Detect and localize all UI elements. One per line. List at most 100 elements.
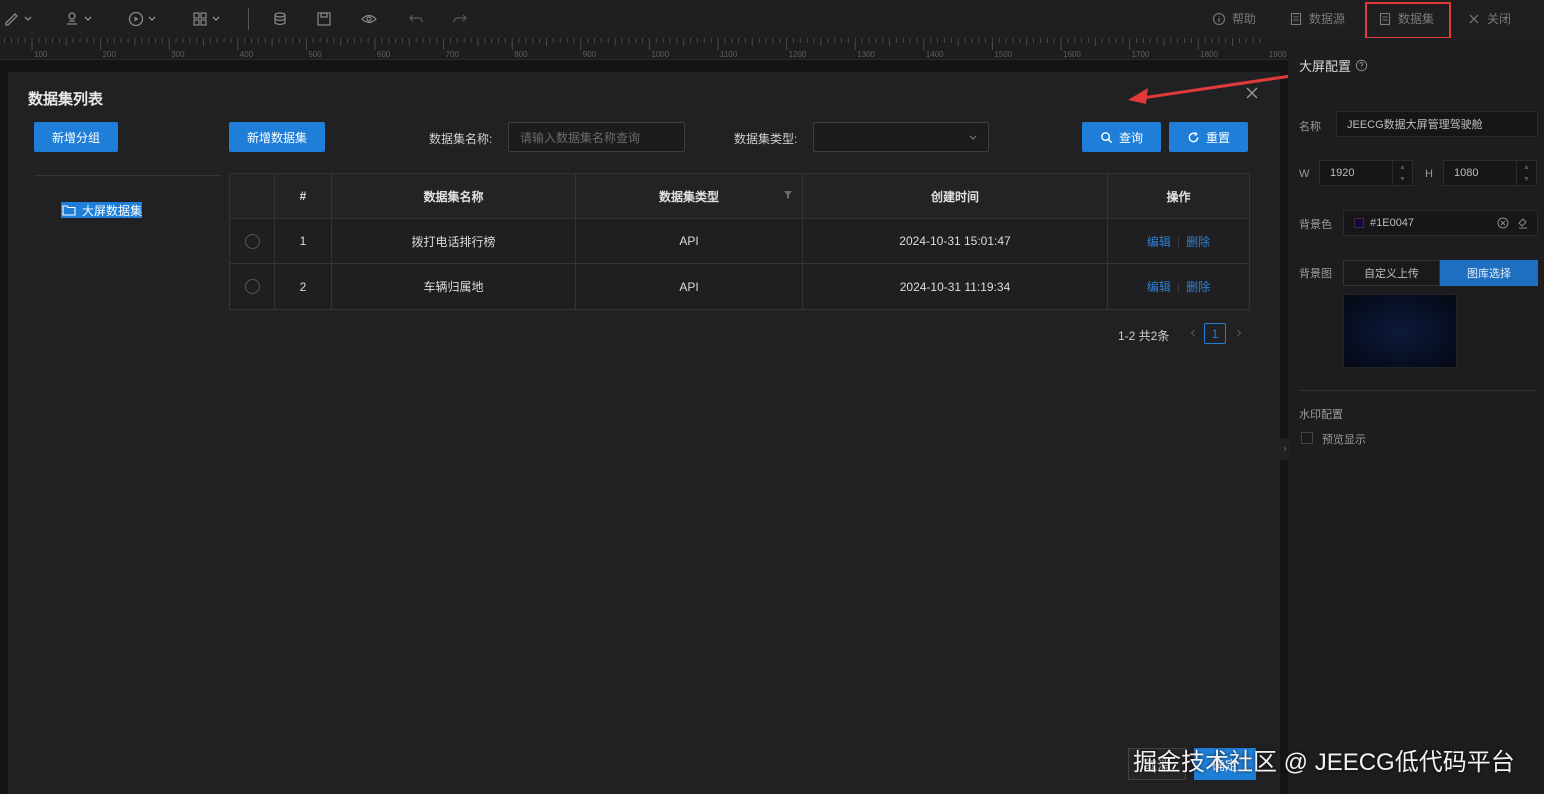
- header-type: 数据集类型: [576, 174, 803, 218]
- preview-button[interactable]: [361, 10, 377, 28]
- custom-upload-tab[interactable]: 自定义上传: [1343, 260, 1440, 286]
- datasource-button[interactable]: 数据源: [1289, 10, 1345, 27]
- query-button[interactable]: 查询: [1082, 122, 1161, 152]
- toolbar-divider: [248, 8, 249, 30]
- close-editor-button[interactable]: 关闭: [1467, 10, 1511, 27]
- height-stepper[interactable]: ▲ ▼: [1516, 161, 1536, 185]
- edit-tool[interactable]: [4, 10, 33, 28]
- save-button[interactable]: [316, 10, 332, 28]
- header-name: 数据集名称: [332, 174, 576, 218]
- query-label: 查询: [1118, 130, 1143, 145]
- radio-button[interactable]: [244, 233, 260, 249]
- ruler-ticks: 100 200 300 400 500 600 700 800 900 1000 1100 1200 1…: [4, 38, 1287, 59]
- ruler-label: 800: [514, 50, 528, 59]
- name-filter-label: 数据集名称:: [429, 132, 493, 146]
- header-actions: 操作: [1166, 189, 1191, 204]
- ruler-label: 1400: [926, 50, 944, 59]
- cell-created: 2024-10-31 15:01:47: [803, 219, 1108, 263]
- play-icon: [128, 11, 144, 27]
- tree-item-dataset-group[interactable]: 大屏数据集: [61, 202, 143, 218]
- ruler-label: 1900: [1269, 50, 1287, 59]
- folder-icon: [62, 205, 76, 216]
- ruler-label: 1000: [651, 50, 669, 59]
- bg-color-value: #1E0047: [1370, 217, 1415, 229]
- cell-index: 2: [275, 264, 332, 309]
- bg-image-thumbnail[interactable]: [1343, 294, 1457, 368]
- preview-checkbox[interactable]: [1301, 432, 1313, 444]
- reset-button[interactable]: 重置: [1169, 122, 1248, 152]
- undo-icon: [409, 14, 423, 23]
- search-icon: [1101, 131, 1113, 143]
- help-label: 帮助: [1232, 12, 1257, 26]
- row-select[interactable]: [230, 264, 275, 309]
- gallery-select-tab[interactable]: 图库选择: [1440, 260, 1538, 286]
- header-select: [230, 174, 275, 218]
- width-input[interactable]: 1920 ▲ ▼: [1319, 160, 1413, 186]
- close-label: 关闭: [1487, 12, 1512, 26]
- horizontal-ruler: 100 200 300 400 500 600 700 800 900 1000 1100 1200 1…: [0, 38, 1288, 60]
- ruler-label: 1600: [1063, 50, 1081, 59]
- pagination-summary: 1-2 共2条: [1118, 329, 1170, 343]
- dataset-name-search-input[interactable]: 请输入数据集名称查询: [508, 122, 685, 152]
- panel-collapse-handle[interactable]: ›: [1280, 438, 1290, 460]
- ruler-label: 600: [377, 50, 391, 59]
- ruler-label: 500: [308, 50, 322, 59]
- redo-button[interactable]: [452, 10, 468, 28]
- redo-icon: [453, 14, 467, 23]
- add-dataset-button[interactable]: 新增数据集: [229, 122, 325, 152]
- chevron-down-icon: [969, 135, 977, 140]
- clear-icon[interactable]: [1497, 217, 1509, 229]
- ruler-label: 900: [583, 50, 597, 59]
- ruler-label: 1100: [720, 50, 738, 59]
- action-divider: |: [1176, 279, 1181, 294]
- next-page-icon[interactable]: [1234, 328, 1244, 338]
- screen-name-input[interactable]: JEECG数据大屏管理驾驶舱: [1336, 111, 1538, 137]
- dataset-highlight-box: [1365, 2, 1451, 39]
- right-config-panel: 大屏配置 名称 JEECG数据大屏管理驾驶舱 W 1920 ▲ ▼ H 1080 …: [1288, 38, 1544, 794]
- type-filter-label: 数据集类型:: [734, 132, 798, 146]
- grid-icon: [193, 12, 207, 26]
- width-value: 1920: [1330, 167, 1355, 179]
- ruler-label: 1800: [1200, 50, 1218, 59]
- stamp-icon: [67, 12, 77, 25]
- dataset-type-select[interactable]: [813, 122, 989, 152]
- screen-config-label: 大屏配置: [1299, 59, 1352, 74]
- width-stepper[interactable]: ▲ ▼: [1392, 161, 1412, 185]
- ruler-label: 1700: [1132, 50, 1150, 59]
- action-divider: |: [1176, 234, 1181, 248]
- delete-link[interactable]: 删除: [1186, 233, 1210, 250]
- table-row[interactable]: 2 车辆归属地 API 2024-10-31 11:19:34 编辑 | 删除: [230, 264, 1249, 309]
- table-row[interactable]: 1 拨打电话排行榜 API 2024-10-31 15:01:47 编辑 | 删除: [230, 219, 1249, 264]
- bg-color-input[interactable]: #1E0047: [1343, 210, 1538, 236]
- cell-actions: 编辑 | 删除: [1108, 219, 1249, 263]
- page-number-current[interactable]: 1: [1204, 323, 1226, 344]
- row-select[interactable]: [230, 219, 275, 263]
- question-circle-icon[interactable]: [1355, 59, 1368, 72]
- radio-button[interactable]: [244, 279, 260, 294]
- prev-page-icon[interactable]: [1188, 328, 1198, 338]
- delete-link[interactable]: 删除: [1186, 278, 1210, 295]
- table-header: # 数据集名称 数据集类型 创建时间 操作: [230, 174, 1249, 219]
- play-tool[interactable]: [128, 10, 157, 28]
- add-group-button[interactable]: 新增分组: [34, 122, 118, 152]
- filter-icon[interactable]: [783, 190, 793, 200]
- ruler-label: 100: [34, 50, 48, 59]
- cell-name: 拨打电话排行榜: [332, 219, 576, 263]
- help-button[interactable]: 帮助: [1212, 10, 1256, 27]
- undo-button[interactable]: [408, 10, 424, 28]
- layout-tool[interactable]: [192, 10, 221, 28]
- style-tool[interactable]: [64, 10, 93, 28]
- chevron-down-icon: [212, 16, 220, 21]
- tree-item-label: 大屏数据集: [82, 203, 143, 218]
- edit-link[interactable]: 编辑: [1147, 233, 1171, 250]
- save-icon: [317, 12, 331, 26]
- cell-index: 1: [275, 219, 332, 263]
- datasource-label: 数据源: [1309, 12, 1346, 26]
- height-value: 1080: [1454, 167, 1479, 179]
- paint-bucket-icon[interactable]: [1517, 217, 1529, 229]
- database-button[interactable]: [272, 10, 288, 28]
- edit-link[interactable]: 编辑: [1147, 278, 1171, 295]
- reset-label: 重置: [1205, 130, 1230, 145]
- ruler-label: 400: [240, 50, 254, 59]
- height-input[interactable]: 1080 ▲ ▼: [1443, 160, 1537, 186]
